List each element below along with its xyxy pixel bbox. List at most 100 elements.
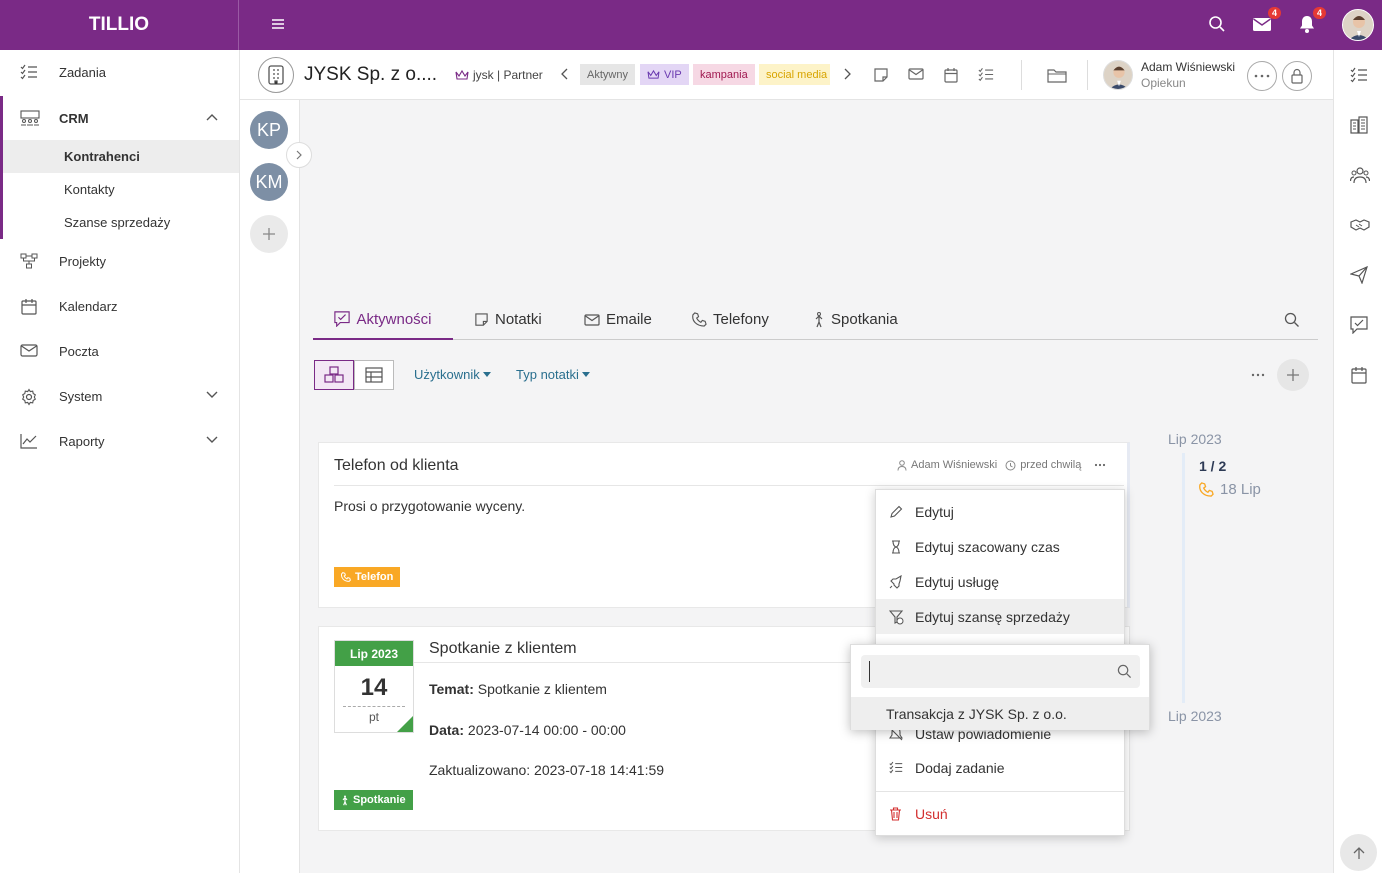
- folder-icon[interactable]: [1047, 67, 1067, 83]
- chevron-down-icon[interactable]: [205, 390, 219, 400]
- menu-toggle-icon[interactable]: [268, 14, 288, 34]
- user-icon: [897, 459, 907, 471]
- calendar-month: Lip 2023: [335, 641, 413, 666]
- tag-vip[interactable]: VIP: [640, 64, 689, 85]
- tab-label: Spotkania: [831, 311, 898, 328]
- sidebar-item-label: System: [59, 388, 103, 404]
- contacts-icon[interactable]: [1350, 166, 1370, 184]
- notifications-badge: 4: [1312, 7, 1326, 19]
- tag-campaign[interactable]: kampania: [693, 64, 755, 85]
- comment-icon[interactable]: [1350, 316, 1368, 334]
- pencil-icon: [889, 505, 903, 519]
- add-contact-button[interactable]: [250, 215, 288, 253]
- topic-value: Spotkanie z klientem: [477, 681, 607, 697]
- phone-icon: [1199, 482, 1214, 497]
- view-cards-button[interactable]: [314, 360, 354, 390]
- opportunity-option[interactable]: Transakcja z JYSK Sp. z o.o.: [851, 697, 1149, 730]
- chevron-down-icon[interactable]: [205, 435, 219, 445]
- menu-item-edit[interactable]: Edytuj: [876, 494, 1124, 529]
- sidebar-subitem-opportunities[interactable]: Szanse sprzedaży: [3, 206, 239, 239]
- divider: [334, 485, 1124, 486]
- user-filter-dropdown[interactable]: Użytkownik: [414, 367, 491, 382]
- search-icon[interactable]: [1117, 664, 1132, 679]
- search-icon[interactable]: [1284, 312, 1300, 328]
- clock-icon: [1005, 460, 1016, 470]
- sidebar-subitem-contacts[interactable]: Kontakty: [3, 173, 239, 206]
- tasks-icon[interactable]: [1350, 67, 1368, 83]
- expand-panel-button[interactable]: [286, 142, 312, 168]
- tab-label: Telefony: [713, 311, 769, 328]
- sidebar-item-reports[interactable]: Raporty: [0, 419, 239, 463]
- ellipsis-icon[interactable]: [1251, 373, 1265, 377]
- handshake-icon[interactable]: [1350, 217, 1370, 233]
- tasks-icon[interactable]: [978, 67, 994, 82]
- ellipsis-icon[interactable]: [1094, 463, 1106, 467]
- tab-meetings[interactable]: Spotkania: [813, 300, 898, 339]
- more-options-button[interactable]: [1247, 61, 1277, 91]
- buildings-icon[interactable]: [1350, 116, 1368, 134]
- sidebar-item-projects[interactable]: Projekty: [0, 239, 239, 283]
- sidebar-item-crm[interactable]: CRM: [0, 96, 239, 140]
- top-bar: TILLIO 4 4: [0, 0, 1382, 50]
- rocket-icon: [889, 575, 903, 589]
- partner-text: jysk | Partner: [473, 68, 543, 82]
- calendar-icon[interactable]: [943, 67, 959, 83]
- menu-item-delete[interactable]: Usuń: [876, 796, 1124, 831]
- sidebar-item-label: Raporty: [59, 433, 105, 449]
- owner-avatar[interactable]: [1103, 60, 1133, 90]
- chevron-right-icon[interactable]: [842, 67, 852, 81]
- partner-label[interactable]: jysk | Partner: [455, 68, 543, 82]
- building-icon: [258, 57, 294, 93]
- sidebar-item-tasks[interactable]: Zadania: [0, 50, 239, 94]
- tasks-icon: [889, 761, 903, 774]
- bell-icon[interactable]: 4: [1297, 7, 1326, 34]
- note-type-filter-dropdown[interactable]: Typ notatki: [516, 367, 590, 382]
- tab-emails[interactable]: Emaile: [584, 300, 652, 339]
- right-toolbar: [1333, 50, 1382, 873]
- owner-name[interactable]: Adam Wiśniewski: [1141, 60, 1235, 74]
- envelope-icon[interactable]: [908, 67, 924, 81]
- tab-phones[interactable]: Telefony: [692, 300, 769, 339]
- crm-section: CRM Kontrahenci Kontakty Szanse sprzedaż…: [0, 96, 239, 239]
- corner-fold: [397, 716, 413, 732]
- contact-avatar[interactable]: KP: [250, 111, 288, 149]
- sidebar-item-calendar[interactable]: Kalendarz: [0, 284, 239, 328]
- view-table-button[interactable]: [354, 360, 394, 390]
- chip-label: Telefon: [355, 571, 394, 583]
- chevron-left-icon[interactable]: [560, 67, 570, 81]
- app-logo[interactable]: TILLIO: [0, 0, 239, 50]
- record-header: JYSK Sp. z o.... jysk | Partner Aktywny …: [240, 50, 1333, 100]
- chevron-up-icon[interactable]: [205, 112, 219, 122]
- meeting-chip: Spotkanie: [334, 790, 413, 810]
- hourglass-icon: [889, 540, 903, 554]
- opportunity-search[interactable]: [861, 655, 1140, 688]
- mail-icon[interactable]: 4: [1252, 7, 1281, 34]
- scroll-top-button[interactable]: [1340, 834, 1377, 871]
- user-avatar[interactable]: [1342, 9, 1374, 41]
- menu-item-add-task[interactable]: Dodaj zadanie: [876, 750, 1124, 785]
- lock-button[interactable]: [1282, 61, 1312, 91]
- meeting-calendar-badge: Lip 2023 14 pt: [334, 640, 414, 733]
- mail-badge: 4: [1267, 7, 1281, 19]
- sidebar-subitem-contractors[interactable]: Kontrahenci: [3, 140, 239, 173]
- menu-item-edit-service[interactable]: Edytuj usługę: [876, 564, 1124, 599]
- add-activity-button[interactable]: [1277, 359, 1309, 391]
- menu-item-edit-time[interactable]: Edytuj szacowany czas: [876, 529, 1124, 564]
- tag-social-media[interactable]: social media: [759, 64, 830, 85]
- tasks-icon: [20, 64, 38, 80]
- calendar-icon[interactable]: [1350, 366, 1368, 384]
- search-icon[interactable]: [1207, 14, 1227, 34]
- timeline-month: Lip 2023: [1168, 431, 1222, 447]
- send-icon[interactable]: [1350, 266, 1368, 284]
- sidebar-item-mail[interactable]: Poczta: [0, 329, 239, 373]
- timeline-entry[interactable]: 18 Lip: [1199, 481, 1261, 498]
- tab-notes[interactable]: Notatki: [474, 300, 542, 339]
- note-icon[interactable]: [873, 67, 889, 83]
- opportunity-search-input[interactable]: [869, 661, 1099, 682]
- tag-active[interactable]: Aktywny: [580, 64, 635, 85]
- tab-activities[interactable]: Aktywności: [313, 300, 453, 340]
- contact-avatar[interactable]: KM: [250, 163, 288, 201]
- menu-item-edit-opportunity[interactable]: Edytuj szansę sprzedaży: [876, 599, 1124, 634]
- sidebar-item-system[interactable]: System: [0, 374, 239, 418]
- crown-icon: [455, 69, 469, 80]
